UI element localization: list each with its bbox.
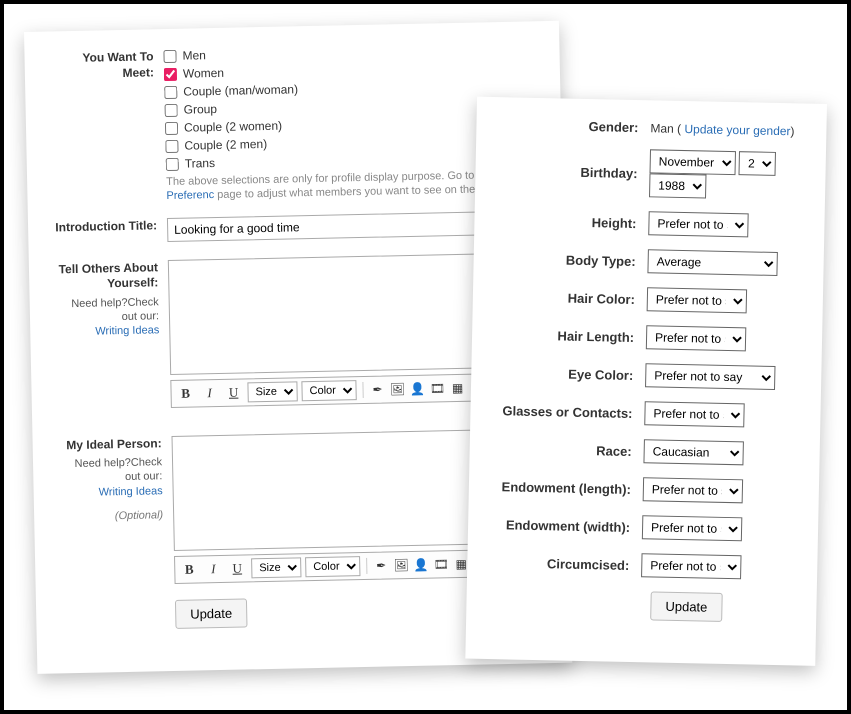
image-icon[interactable]: 🖼 — [393, 557, 409, 573]
endowment-length-select[interactable]: Prefer not to say — [643, 477, 743, 503]
feather-icon[interactable]: ✒ — [373, 557, 389, 573]
meet-option-label: Women — [183, 66, 224, 81]
height-label: Height: — [498, 213, 648, 231]
profile-details-panel: Gender: Man ( Update your gender) Birthd… — [465, 97, 827, 666]
about-row: Tell Others About Yourself: Need help?Ch… — [53, 252, 543, 410]
about-label: Tell Others About Yourself: — [58, 260, 158, 291]
meet-option-checkbox[interactable] — [165, 121, 178, 134]
bold-button[interactable]: B — [179, 559, 199, 579]
bold-button[interactable]: B — [175, 383, 195, 403]
hair-color-label: Hair Color: — [497, 289, 647, 307]
birthday-row: Birthday: November 2 1988 — [499, 146, 802, 200]
intro-label: Introduction Title: — [52, 218, 167, 236]
film-icon[interactable]: 🎞 — [429, 380, 445, 396]
meet-option-label: Group — [184, 102, 218, 117]
meet-option-checkbox[interactable] — [163, 49, 176, 62]
hair-length-label: Hair Length: — [496, 327, 646, 345]
ideal-help-prefix: Need help?Check out our: — [74, 456, 162, 483]
race-select[interactable]: Caucasian — [643, 439, 743, 465]
endowment-length-label: Endowment (length): — [493, 479, 643, 497]
birthday-day-select[interactable]: 2 — [739, 151, 776, 176]
update-button-right[interactable]: Update — [650, 591, 723, 621]
feather-icon[interactable]: ✒ — [369, 381, 385, 397]
color-select[interactable]: Color — [305, 556, 360, 577]
gender-prefix: Man ( — [650, 121, 684, 136]
user-icon[interactable]: 👤 — [409, 380, 425, 396]
meet-option-checkbox[interactable] — [165, 139, 178, 152]
optional-label: (Optional) — [58, 508, 163, 524]
meet-option-checkbox[interactable] — [166, 157, 179, 170]
gender-row: Gender: Man ( Update your gender) — [500, 117, 802, 138]
eye-color-select[interactable]: Prefer not to say — [645, 363, 775, 390]
update-button-left[interactable]: Update — [175, 598, 248, 628]
underline-button[interactable]: U — [227, 558, 247, 578]
italic-button[interactable]: I — [199, 383, 219, 403]
toolbar-separator — [366, 558, 367, 574]
toolbar-separator — [362, 382, 363, 398]
birthday-year-select[interactable]: 1988 — [649, 173, 706, 198]
intro-row: Introduction Title: — [52, 210, 539, 244]
size-select[interactable]: Size — [247, 381, 297, 402]
user-icon[interactable]: 👤 — [413, 556, 429, 572]
birthday-month-select[interactable]: November — [650, 149, 736, 175]
meet-row: You Want To Meet: Men WomenCouple (man/wo… — [48, 41, 538, 206]
meet-option-checkbox[interactable] — [165, 103, 178, 116]
meet-option-label: Couple (2 men) — [184, 137, 267, 153]
height-select[interactable]: Prefer not to say — [648, 211, 748, 237]
about-help-prefix: Need help?Check out our: — [71, 296, 159, 323]
birthday-label: Birthday: — [499, 163, 649, 181]
gender-suffix: ) — [790, 124, 794, 138]
body-type-select[interactable]: Average — [647, 249, 777, 276]
glasses-select[interactable]: Prefer not to say — [644, 401, 744, 427]
meet-option-label: Trans — [185, 156, 216, 171]
meet-label: You Want To Meet: — [48, 49, 164, 83]
hair-color-select[interactable]: Prefer not to say — [647, 287, 747, 313]
circumcised-label: Circumcised: — [491, 555, 641, 573]
circumcised-select[interactable]: Prefer not to say — [641, 553, 741, 579]
gender-value: Man ( Update your gender) — [650, 121, 802, 138]
ideal-writing-ideas-link[interactable]: Writing Ideas — [99, 485, 163, 498]
endowment-width-label: Endowment (width): — [492, 517, 642, 535]
meet-option-label: Men — [182, 48, 206, 62]
endowment-width-select[interactable]: Prefer not to say — [642, 515, 742, 541]
grid-icon[interactable]: ▦ — [449, 379, 465, 395]
meet-option-label: Couple (man/woman) — [183, 82, 298, 98]
hair-length-select[interactable]: Prefer not to say — [646, 325, 746, 351]
meet-option-checkbox[interactable] — [164, 67, 177, 80]
about-writing-ideas-link[interactable]: Writing Ideas — [95, 325, 159, 338]
meet-option-checkbox[interactable] — [164, 85, 177, 98]
race-label: Race: — [494, 441, 644, 459]
body-type-label: Body Type: — [498, 251, 648, 269]
underline-button[interactable]: U — [223, 382, 243, 402]
ideal-label: My Ideal Person: — [66, 436, 162, 452]
color-select[interactable]: Color — [301, 380, 356, 401]
gender-label: Gender: — [500, 117, 650, 135]
image-icon[interactable]: 🖼 — [389, 381, 405, 397]
glasses-label: Glasses or Contacts: — [494, 403, 644, 421]
update-gender-link[interactable]: Update your gender — [684, 122, 790, 138]
size-select[interactable]: Size — [251, 557, 301, 578]
eye-color-label: Eye Color: — [495, 365, 645, 383]
meet-option-label: Couple (2 women) — [184, 119, 282, 135]
film-icon[interactable]: 🎞 — [433, 556, 449, 572]
italic-button[interactable]: I — [203, 559, 223, 579]
